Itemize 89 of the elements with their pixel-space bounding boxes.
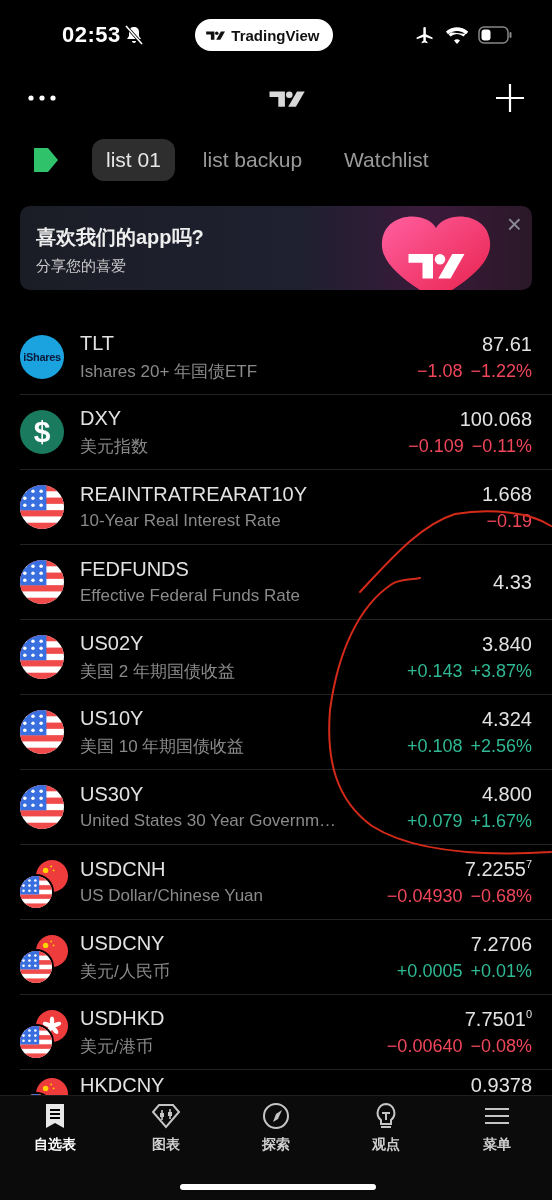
compass-icon <box>260 1102 291 1130</box>
symbol: USDCNY <box>80 931 166 955</box>
price: 4.800 <box>481 782 532 806</box>
instrument-name: 美国 10 年期国债收益 <box>80 735 246 758</box>
instrument-name: 美元/人民币 <box>80 960 171 983</box>
nav-tab[interactable]: 图表 <box>125 1102 206 1154</box>
symbol: USDHKD <box>80 1006 166 1030</box>
price: 4.33 <box>493 570 532 594</box>
us-flag-icon <box>20 635 64 679</box>
price: 7.2706 <box>470 932 532 956</box>
app-pill[interactable]: TradingView <box>195 19 334 51</box>
instrument-name: Ishares 20+ 年国债ETF <box>80 360 259 383</box>
add-icon[interactable] <box>496 84 524 112</box>
instrument-name: 美元指数 <box>80 435 149 458</box>
instrument-name: 美元/港币 <box>80 1035 154 1058</box>
instrument-name: US Dollar/Chinese Yuan <box>80 886 264 906</box>
nav-tab[interactable]: 自选表 <box>15 1102 96 1154</box>
watchlist-row[interactable]: $ DXY 美元指数 100.068 −0.109 −0.11% <box>20 395 552 470</box>
chart-icon <box>150 1102 181 1130</box>
watchlist-row[interactable]: USDCNH US Dollar/Chinese Yuan 7.2255$^{7}$ −0.04930 −0.68% <box>20 845 552 920</box>
instrument-name: Effective Federal Funds Rate <box>80 586 301 606</box>
watchlist-row[interactable]: USDCNY 美元/人民币 7.2706 +0.0005 +0.01% <box>20 920 552 995</box>
nav-tab[interactable]: 观点 <box>346 1102 427 1154</box>
us-flag-icon <box>20 485 64 529</box>
price: 100.068 <box>459 407 532 431</box>
watchlist-tab[interactable]: list backup <box>188 139 317 181</box>
watchlist-tab[interactable]: Watchlist <box>330 139 443 181</box>
symbol: REAINTRATREARAT10Y <box>80 483 309 506</box>
change-percent: +2.56% <box>470 735 532 757</box>
battery-icon <box>478 26 512 44</box>
more-icon[interactable] <box>28 95 56 101</box>
symbol: USDCNH <box>80 858 167 881</box>
banner-subtitle: 分享您的喜爱 <box>36 257 127 276</box>
clock-time: 02:53 <box>62 22 121 48</box>
watchlist-row[interactable]: iShares TLT Ishares 20+ 年国债ETF 87.61 −1.08 −1.22% <box>20 320 552 395</box>
change-percent: −0.19 <box>486 510 532 532</box>
logo-icon <box>205 29 226 41</box>
close-button[interactable]: × <box>502 210 526 238</box>
dollar-logo: $ <box>20 410 64 454</box>
symbol: DXY <box>80 406 123 430</box>
price: 7.7501$^{0}$ <box>464 1007 532 1031</box>
instrument-name: United States 30 Year Governm… <box>80 811 338 831</box>
change-percent: −0.68% <box>470 885 532 907</box>
ishares-logo: iShares <box>20 335 64 379</box>
watchlist-row[interactable]: USDHKD 美元/港币 7.7501$^{0}$ −0.00640 −0.08% <box>20 995 552 1070</box>
price: 3.840 <box>481 632 532 656</box>
change-percent: −1.22% <box>470 360 532 382</box>
flag-icon[interactable] <box>34 148 58 172</box>
symbol: US02Y <box>80 631 145 655</box>
change-value: −0.00640 <box>386 1035 463 1057</box>
change-value: −1.08 <box>416 360 463 382</box>
change-percent: +1.67% <box>470 810 532 832</box>
watchlist-tab[interactable]: list 01 <box>92 139 175 181</box>
us-flag-icon <box>20 710 64 754</box>
airplane-icon <box>414 25 436 45</box>
nav-tab[interactable]: 探索 <box>235 1102 316 1154</box>
change-value: +0.079 <box>406 810 463 832</box>
nav-tab[interactable]: 菜单 <box>456 1102 537 1154</box>
banner-title: 喜欢我们的app吗? <box>36 225 204 250</box>
symbol: US30Y <box>80 783 145 806</box>
watchlist-row[interactable]: US10Y 美国 10 年期国债收益 4.324 +0.108 +2.56% <box>20 695 552 770</box>
price: 1.668 <box>481 482 532 506</box>
change-value: −0.109 <box>408 435 464 457</box>
price: 4.324 <box>481 707 532 731</box>
wifi-icon <box>446 26 468 44</box>
price: 87.61 <box>481 332 532 356</box>
bell-muted-icon <box>124 25 143 45</box>
price: 7.2255$^{7}$ <box>464 857 532 881</box>
change-percent: −0.11% <box>471 435 532 457</box>
change-value: −0.04930 <box>386 885 463 907</box>
symbol: US10Y <box>80 706 145 730</box>
change-value: +0.0005 <box>396 960 463 982</box>
change-percent: +0.01% <box>470 960 532 982</box>
watchlist-row[interactable]: REAINTRATREARAT10Y 10-Year Real Interest Rate 1.668 −0.19 <box>20 470 552 545</box>
watchlist-row[interactable]: US30Y United States 30 Year Governm… 4.800 +0.079 +1.67% <box>20 770 552 845</box>
change-value: +0.143 <box>406 660 463 682</box>
instrument-name: 美国 2 年期国债收益 <box>80 660 236 683</box>
watchlist-row[interactable]: US02Y 美国 2 年期国债收益 3.840 +0.143 +3.87% <box>20 620 552 695</box>
symbol: TLT <box>80 331 116 355</box>
us-flag-icon <box>20 785 64 829</box>
price: 0.9378 <box>470 1074 532 1095</box>
change-percent: +3.87% <box>470 660 532 682</box>
instrument-name: 10-Year Real Interest Rate <box>80 511 282 531</box>
symbol: FEDFUNDS <box>80 558 190 581</box>
watchlist-row[interactable]: FEDFUNDS Effective Federal Funds Rate 4.33 <box>20 545 552 620</box>
change-value: +0.108 <box>406 735 463 757</box>
us-flag-icon <box>20 560 64 604</box>
change-percent: −0.08% <box>470 1035 532 1057</box>
symbol: HKDCNY <box>80 1074 166 1095</box>
